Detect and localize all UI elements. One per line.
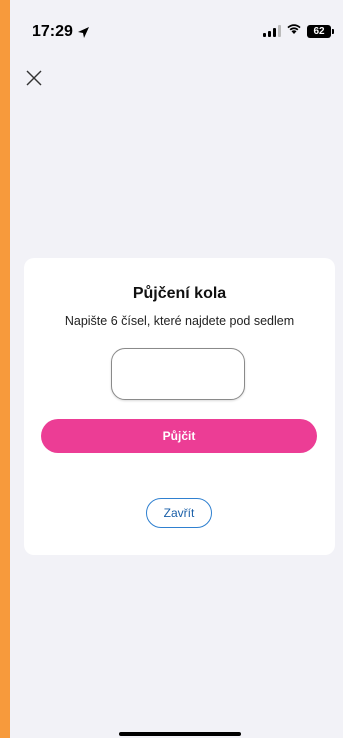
rent-button-label: Půjčit <box>162 429 196 443</box>
close-icon[interactable] <box>24 68 44 88</box>
wifi-icon <box>286 22 302 40</box>
close-button-label: Zavřít <box>163 506 195 520</box>
rent-bike-dialog: Půjčení kola Napište 6 čísel, které najd… <box>24 258 335 555</box>
time-label: 17:29 <box>32 23 73 40</box>
status-time: 17:29 <box>32 23 90 41</box>
rent-button[interactable]: Půjčit <box>41 419 317 453</box>
status-bar: 17:29 62 <box>10 0 343 50</box>
code-input[interactable] <box>111 348 245 400</box>
battery-icon: 62 <box>307 24 334 38</box>
dialog-title: Půjčení kola <box>132 285 227 302</box>
app-screen: 17:29 62 Půjčení kola Napište 6 čísel, k… <box>10 0 343 738</box>
signal-icon <box>263 25 281 37</box>
close-button[interactable]: Zavřít <box>146 498 212 528</box>
home-indicator <box>119 732 241 736</box>
dialog-subtitle: Napište 6 čísel, které najdete pod sedle… <box>64 314 295 328</box>
battery-level: 62 <box>313 25 325 37</box>
status-icons: 62 <box>263 22 334 40</box>
location-arrow-icon <box>77 26 90 39</box>
